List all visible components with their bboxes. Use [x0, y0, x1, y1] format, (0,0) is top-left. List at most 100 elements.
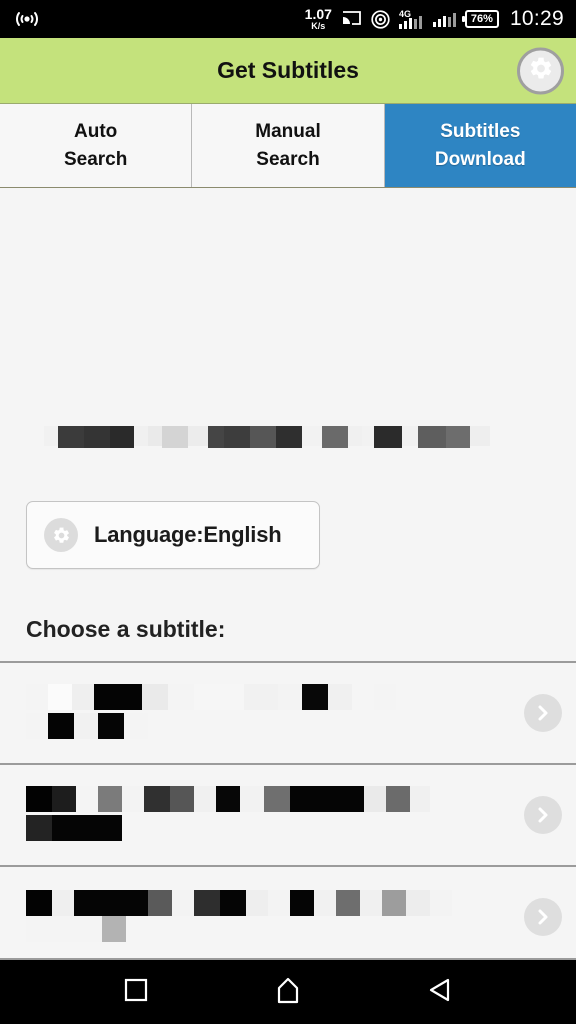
redacted-block — [314, 889, 336, 916]
redacted-block — [268, 889, 290, 916]
redacted-block — [48, 684, 72, 710]
svg-text:4G: 4G — [399, 9, 411, 19]
redacted-block — [142, 684, 168, 710]
home-icon — [273, 976, 303, 1009]
redacted-block — [48, 713, 74, 739]
tab-auto-search[interactable]: Auto Search — [0, 104, 193, 187]
tab-subtitles-download-line2: Download — [434, 148, 526, 170]
redacted-block — [168, 684, 194, 710]
redacted-block — [244, 684, 278, 710]
subtitle-list-item-3[interactable] — [0, 867, 576, 958]
redacted-block — [250, 426, 276, 448]
redacted-block — [52, 889, 74, 916]
redacted-block — [124, 713, 148, 739]
redacted-block — [76, 786, 98, 812]
tab-bar: Auto Search Manual Search Subtitles Down… — [0, 104, 576, 188]
status-right-icons: 1.07 K/s 4G 76% 10:29 — [305, 7, 564, 31]
redacted-block — [352, 684, 374, 710]
redacted-block — [74, 889, 148, 916]
redacted-block — [144, 786, 170, 812]
redacted-block — [362, 426, 374, 446]
tab-subtitles-download[interactable]: Subtitles Download — [384, 104, 576, 187]
gear-icon — [528, 55, 554, 86]
data-speed-value: 1.07 — [304, 6, 332, 22]
data-speed-unit: K/s — [311, 21, 326, 31]
redacted-block — [430, 889, 452, 916]
gear-icon — [44, 518, 78, 552]
main-content: Language:English Choose a subtitle: — [0, 188, 576, 958]
redacted-block — [382, 889, 406, 916]
chevron-right-icon[interactable] — [524, 694, 562, 732]
choose-subtitle-heading: Choose a subtitle: — [26, 616, 226, 642]
chevron-right-icon[interactable] — [524, 898, 562, 936]
redacted-block — [170, 786, 194, 812]
settings-button[interactable] — [517, 47, 564, 94]
android-status-bar: 1.07 K/s 4G 76% 10:29 — [0, 0, 576, 38]
redacted-block — [302, 426, 322, 446]
redacted-block — [122, 786, 144, 812]
redacted-block — [208, 426, 224, 448]
home-button[interactable] — [258, 970, 318, 1014]
tab-manual-search-line1: Manual — [255, 120, 321, 142]
redacted-block — [348, 426, 362, 446]
redacted-block — [290, 889, 314, 916]
subtitle-list — [0, 663, 576, 958]
mobile-data-4g-signal-icon: 4G — [398, 8, 424, 30]
subtitle-list-item-2[interactable] — [0, 765, 576, 867]
redacted-block — [58, 426, 84, 448]
redacted-block — [172, 889, 194, 916]
subtitle-item-2-line2 — [26, 815, 514, 841]
redacted-block — [52, 815, 122, 841]
app-bar: Get Subtitles — [0, 38, 576, 104]
redacted-block — [322, 426, 348, 448]
hotspot-icon — [371, 9, 390, 29]
signal-bars-icon — [432, 11, 456, 27]
redacted-block — [52, 786, 76, 812]
redacted-block — [98, 713, 124, 739]
redacted-block — [102, 915, 126, 942]
language-button-label: Language:English — [94, 522, 282, 547]
redacted-block — [386, 786, 410, 812]
subtitle-item-1-line2 — [26, 713, 514, 739]
redacted-block — [84, 426, 110, 448]
cast-icon — [341, 10, 362, 28]
redacted-block — [246, 889, 268, 916]
phone-screen: 1.07 K/s 4G 76% 10:29 Get Subtitles Auto… — [0, 0, 576, 1024]
redacted-block — [26, 915, 102, 942]
redacted-block — [406, 889, 430, 916]
redacted-block — [402, 426, 418, 446]
tab-auto-search-line1: Auto — [74, 120, 118, 142]
redacted-block — [216, 786, 240, 812]
redacted-block — [240, 786, 264, 812]
data-speed-indicator: 1.07 K/s — [305, 7, 332, 31]
redacted-block — [148, 889, 172, 916]
chevron-right-icon[interactable] — [524, 796, 562, 834]
redacted-block — [134, 426, 148, 446]
subtitle-list-item-1[interactable] — [0, 663, 576, 765]
subtitle-item-3-text — [26, 889, 524, 945]
redacted-block — [470, 426, 490, 446]
tab-manual-search[interactable]: Manual Search — [192, 104, 385, 187]
redacted-block — [110, 426, 134, 448]
redacted-block — [360, 889, 382, 916]
redacted-block — [290, 786, 364, 812]
redacted-block — [194, 684, 244, 710]
redacted-block — [26, 815, 52, 841]
redacted-block — [162, 426, 188, 448]
android-navigation-bar — [0, 958, 576, 1024]
language-button[interactable]: Language:English — [26, 501, 320, 569]
back-button[interactable] — [410, 970, 470, 1014]
back-triangle-icon — [426, 976, 454, 1009]
subtitle-item-2-line1 — [26, 786, 514, 812]
redacted-block — [74, 713, 98, 739]
recents-button[interactable] — [106, 970, 166, 1014]
redacted-block — [26, 713, 48, 739]
redacted-block — [364, 786, 386, 812]
redacted-block — [224, 426, 250, 448]
redacted-block — [188, 426, 208, 446]
redacted-block — [302, 684, 328, 710]
redacted-block — [194, 786, 216, 812]
subtitle-item-3-line1 — [26, 889, 514, 942]
tab-subtitles-download-line1: Subtitles — [440, 120, 521, 142]
redacted-block — [336, 889, 360, 916]
